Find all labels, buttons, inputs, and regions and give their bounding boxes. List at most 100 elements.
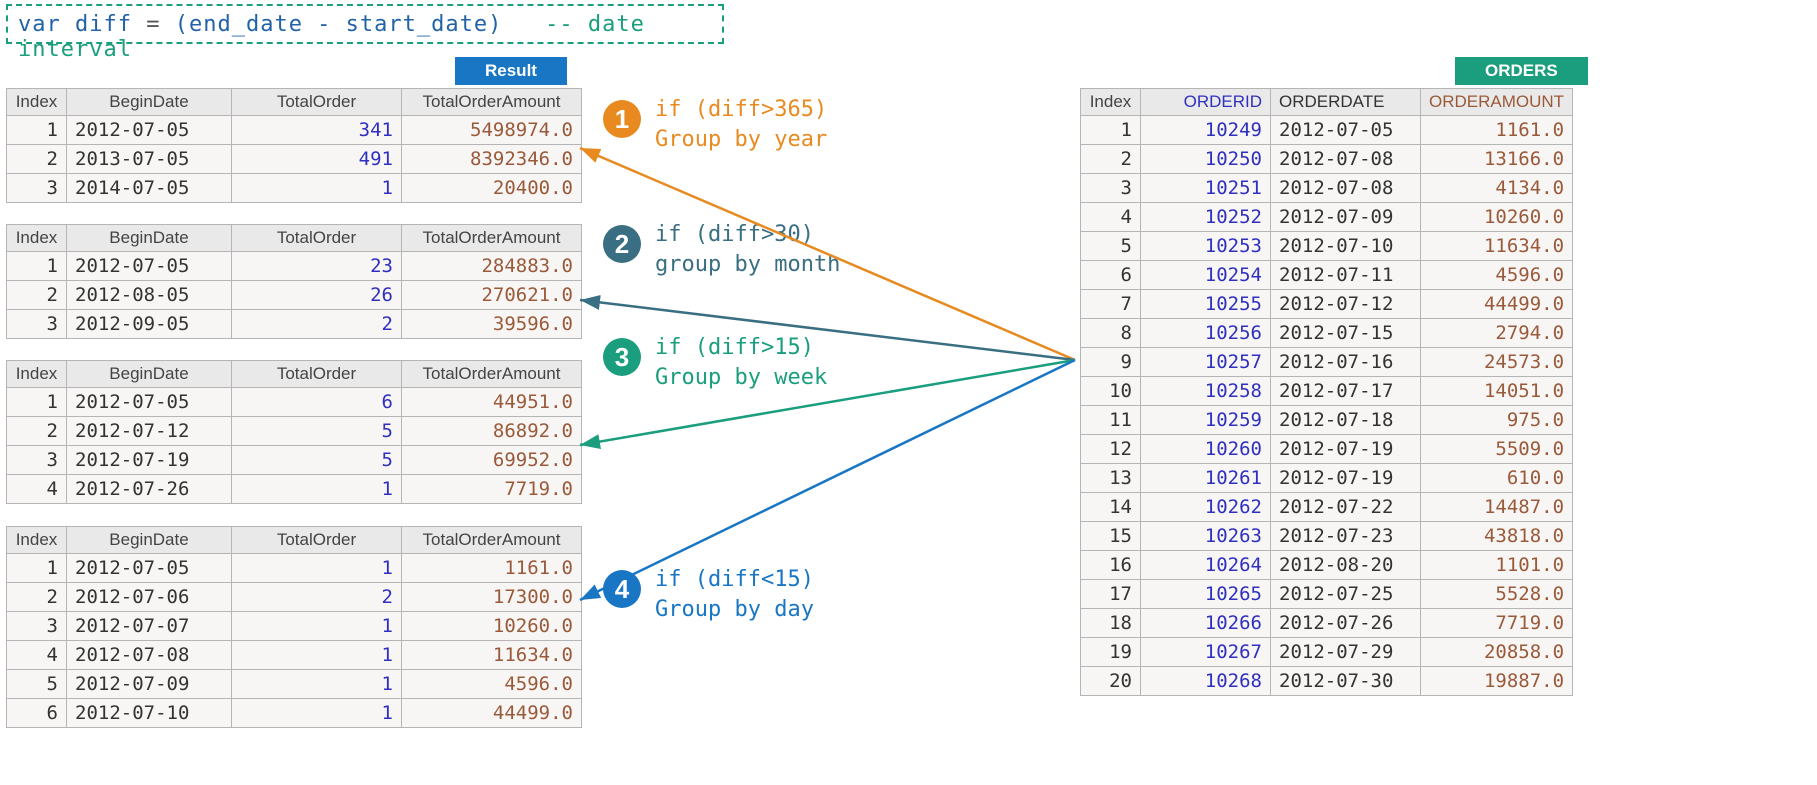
- cell-orderid: 10254: [1141, 261, 1271, 290]
- result-tab: Result: [455, 57, 567, 85]
- cell-begindate: 2012-07-09: [67, 670, 232, 699]
- cell-index: 10: [1081, 377, 1141, 406]
- cell-begindate: 2012-09-05: [67, 310, 232, 339]
- table-row: 22012-07-06217300.0: [7, 583, 582, 612]
- cell-orderid: 10268: [1141, 667, 1271, 696]
- col-totalorder: TotalOrder: [232, 225, 402, 252]
- cell-orderdate: 2012-07-08: [1271, 174, 1421, 203]
- cell-orderamount: 610.0: [1421, 464, 1573, 493]
- cell-orderdate: 2012-07-05: [1271, 116, 1421, 145]
- col-index: Index: [7, 225, 67, 252]
- table-row: 5102532012-07-1011634.0: [1081, 232, 1573, 261]
- ident-diff: diff: [75, 12, 132, 37]
- cell-index: 13: [1081, 464, 1141, 493]
- table-row: 22012-08-0526270621.0: [7, 281, 582, 310]
- table-row: 32012-07-07110260.0: [7, 612, 582, 641]
- cell-index: 12: [1081, 435, 1141, 464]
- cell-totalorderamount: 7719.0: [402, 475, 582, 504]
- cell-totalorder: 491: [232, 145, 402, 174]
- orders-tab: ORDERS: [1455, 57, 1588, 85]
- cell-begindate: 2012-07-05: [67, 388, 232, 417]
- cell-totalorder: 1: [232, 174, 402, 203]
- table-row: 16102642012-08-201101.0: [1081, 551, 1573, 580]
- cell-totalorder: 5: [232, 417, 402, 446]
- table-row: 14102622012-07-2214487.0: [1081, 493, 1573, 522]
- cell-begindate: 2012-07-19: [67, 446, 232, 475]
- cell-index: 2: [7, 281, 67, 310]
- table-row: 13102612012-07-19610.0: [1081, 464, 1573, 493]
- cell-orderid: 10250: [1141, 145, 1271, 174]
- table-row: 6102542012-07-114596.0: [1081, 261, 1573, 290]
- cell-totalorderamount: 284883.0: [402, 252, 582, 281]
- cell-orderamount: 44499.0: [1421, 290, 1573, 319]
- cell-index: 1: [7, 388, 67, 417]
- table-row: 12012-07-0523284883.0: [7, 252, 582, 281]
- cell-totalorderamount: 270621.0: [402, 281, 582, 310]
- cell-index: 4: [1081, 203, 1141, 232]
- cell-orderid: 10256: [1141, 319, 1271, 348]
- cell-index: 3: [7, 310, 67, 339]
- cell-index: 4: [7, 641, 67, 670]
- cell-orderdate: 2012-07-10: [1271, 232, 1421, 261]
- cell-begindate: 2012-07-07: [67, 612, 232, 641]
- cell-orderamount: 4596.0: [1421, 261, 1573, 290]
- annotation-4: if (diff<15) Group by day: [655, 565, 814, 624]
- annot3-line1: if (diff>15): [655, 335, 814, 360]
- table-row: 20102682012-07-3019887.0: [1081, 667, 1573, 696]
- col-totalorderamount: TotalOrderAmount: [402, 361, 582, 388]
- cell-orderamount: 5528.0: [1421, 580, 1573, 609]
- arrow-day: [580, 360, 1075, 600]
- cell-orderid: 10255: [1141, 290, 1271, 319]
- annot2-line1: if (diff>30): [655, 222, 814, 247]
- cell-orderid: 10260: [1141, 435, 1271, 464]
- annot2-line2: group by month: [655, 252, 840, 277]
- cell-index: 3: [1081, 174, 1141, 203]
- cell-begindate: 2012-07-12: [67, 417, 232, 446]
- table-row: 15102632012-07-2343818.0: [1081, 522, 1573, 551]
- cell-orderamount: 5509.0: [1421, 435, 1573, 464]
- table-row: 3102512012-07-084134.0: [1081, 174, 1573, 203]
- cell-orderdate: 2012-07-16: [1271, 348, 1421, 377]
- table-row: 32014-07-05120400.0: [7, 174, 582, 203]
- cell-orderdate: 2012-08-20: [1271, 551, 1421, 580]
- cell-orderamount: 20858.0: [1421, 638, 1573, 667]
- cell-totalorder: 6: [232, 388, 402, 417]
- cell-orderid: 10258: [1141, 377, 1271, 406]
- col-begindate: BeginDate: [67, 225, 232, 252]
- cell-orderamount: 13166.0: [1421, 145, 1573, 174]
- cell-totalorderamount: 39596.0: [402, 310, 582, 339]
- annot3-line2: Group by week: [655, 365, 827, 390]
- col-totalorder: TotalOrder: [232, 527, 402, 554]
- cell-totalorder: 341: [232, 116, 402, 145]
- table-row: 8102562012-07-152794.0: [1081, 319, 1573, 348]
- cell-index: 9: [1081, 348, 1141, 377]
- col-orderdate: ORDERDATE: [1271, 89, 1421, 116]
- col-begindate: BeginDate: [67, 361, 232, 388]
- cell-index: 2: [7, 145, 67, 174]
- cell-orderdate: 2012-07-19: [1271, 435, 1421, 464]
- cell-orderid: 10252: [1141, 203, 1271, 232]
- col-totalorderamount: TotalOrderAmount: [402, 89, 582, 116]
- cell-index: 14: [1081, 493, 1141, 522]
- cell-orderid: 10259: [1141, 406, 1271, 435]
- cell-totalorderamount: 1161.0: [402, 554, 582, 583]
- cell-totalorderamount: 69952.0: [402, 446, 582, 475]
- cell-totalorderamount: 5498974.0: [402, 116, 582, 145]
- badge-3: 3: [603, 338, 641, 376]
- badge-2: 2: [603, 225, 641, 263]
- cell-orderdate: 2012-07-11: [1271, 261, 1421, 290]
- cell-totalorderamount: 17300.0: [402, 583, 582, 612]
- col-index: Index: [7, 361, 67, 388]
- result-table-month: Index BeginDate TotalOrder TotalOrderAmo…: [6, 224, 582, 339]
- table-row: 52012-07-0914596.0: [7, 670, 582, 699]
- col-totalorder: TotalOrder: [232, 89, 402, 116]
- table-row: 10102582012-07-1714051.0: [1081, 377, 1573, 406]
- result-table-week: Index BeginDate TotalOrder TotalOrderAmo…: [6, 360, 582, 504]
- table-row: 19102672012-07-2920858.0: [1081, 638, 1573, 667]
- cell-orderid: 10266: [1141, 609, 1271, 638]
- cell-index: 15: [1081, 522, 1141, 551]
- cell-index: 1: [7, 554, 67, 583]
- cell-index: 18: [1081, 609, 1141, 638]
- table-row: 42012-07-2617719.0: [7, 475, 582, 504]
- cell-orderdate: 2012-07-25: [1271, 580, 1421, 609]
